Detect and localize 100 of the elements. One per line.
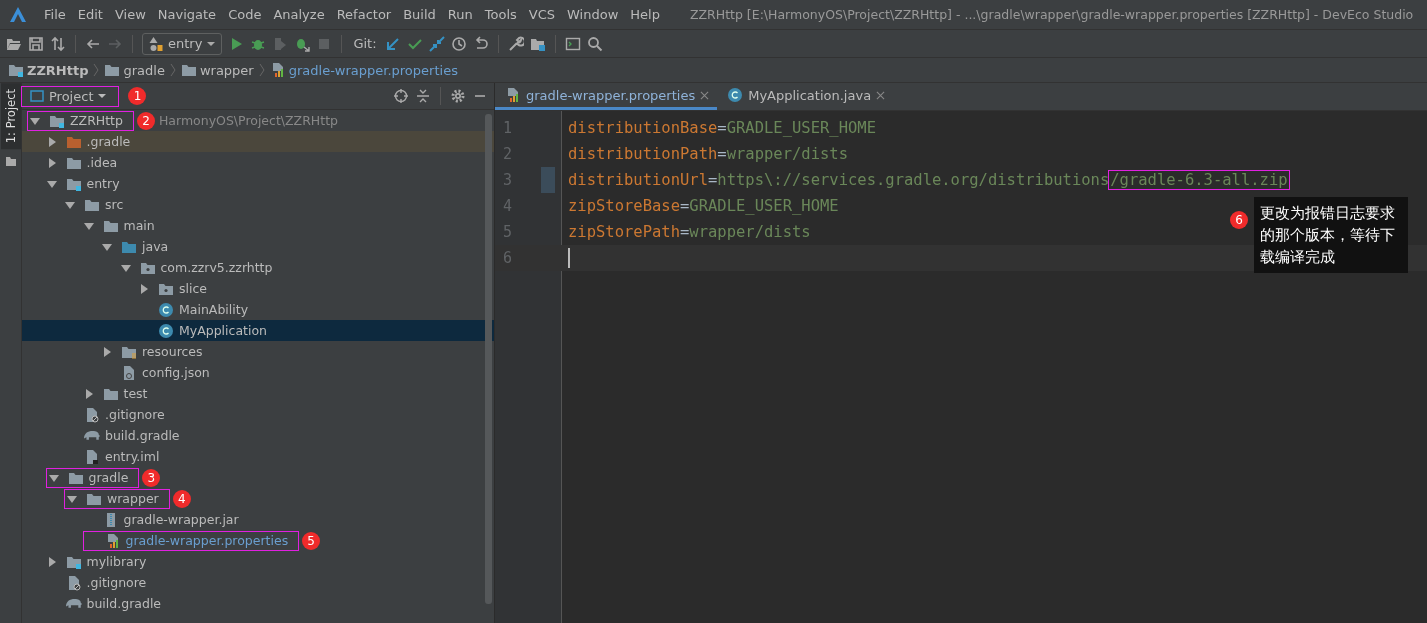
settings-icon[interactable] bbox=[450, 88, 466, 104]
tree-row[interactable]: java bbox=[22, 236, 494, 257]
run-configuration-dropdown[interactable]: entry bbox=[142, 32, 223, 55]
project-view-dropdown[interactable]: Project bbox=[22, 86, 115, 106]
expanded-arrow-icon[interactable] bbox=[30, 115, 40, 126]
tree-item-label: src bbox=[105, 197, 124, 212]
menu-item[interactable]: Refactor bbox=[330, 7, 398, 22]
tree-row[interactable]: ZZRHttp 2 HarmonyOS\Project\ZZRHttp bbox=[22, 110, 494, 131]
chevron-icon bbox=[258, 62, 265, 78]
history-icon[interactable] bbox=[450, 35, 467, 52]
tree-row[interactable]: build.gradle bbox=[22, 425, 494, 446]
collapsed-arrow-icon[interactable] bbox=[46, 556, 57, 567]
tree-row[interactable]: .idea bbox=[22, 152, 494, 173]
close-icon[interactable] bbox=[700, 90, 710, 100]
menu-item[interactable]: File bbox=[38, 7, 72, 22]
caret-icon bbox=[207, 41, 216, 46]
breadcrumb-item[interactable]: wrapper bbox=[180, 62, 254, 78]
collapsed-arrow-icon[interactable] bbox=[83, 388, 94, 399]
tree-row[interactable]: mylibrary bbox=[22, 551, 494, 572]
expanded-arrow-icon[interactable] bbox=[120, 262, 131, 273]
collapsed-arrow-icon[interactable] bbox=[46, 157, 57, 168]
number-badge: 3 bbox=[142, 468, 161, 487]
tree-item-label: MainAbility bbox=[179, 302, 249, 317]
menu-item[interactable]: View bbox=[108, 7, 152, 22]
number-badge: 6 bbox=[1230, 211, 1248, 229]
sync-icon[interactable] bbox=[50, 35, 66, 52]
editor-tab[interactable]: MyApplication.java bbox=[717, 83, 894, 110]
tree-row[interactable]: config.json bbox=[22, 362, 494, 383]
tree-row[interactable]: wrapper 4 bbox=[22, 488, 494, 509]
project-tool-tab[interactable]: 1: Project bbox=[0, 83, 21, 150]
expanded-arrow-icon[interactable] bbox=[65, 199, 75, 210]
tree-row[interactable]: MainAbility bbox=[22, 299, 494, 320]
folder-icon bbox=[180, 62, 197, 78]
code-line: distributionPath=wrapper/dists bbox=[568, 145, 848, 163]
tree-row[interactable]: entry bbox=[22, 173, 494, 194]
tree-row[interactable]: slice bbox=[22, 278, 494, 299]
scrollbar[interactable] bbox=[485, 114, 492, 604]
tree-row[interactable]: .gradle bbox=[22, 131, 494, 152]
menu-item[interactable]: Edit bbox=[71, 7, 109, 22]
merge-arrows-icon[interactable] bbox=[428, 35, 445, 52]
breadcrumb-item[interactable]: gradle-wrapper.properties bbox=[269, 62, 458, 78]
tree-item-label: .idea bbox=[86, 155, 118, 170]
shapes-icon bbox=[149, 36, 163, 51]
update-arrow-icon[interactable] bbox=[384, 35, 401, 52]
tree-item-label: gradle-wrapper.properties bbox=[125, 533, 289, 548]
menu-item[interactable]: Code bbox=[222, 7, 268, 22]
tree-row[interactable]: resources bbox=[22, 341, 494, 362]
tree-item-label: ZZRHttp bbox=[70, 113, 123, 128]
tree-item-label: .gitignore bbox=[105, 407, 165, 422]
tree-item-label: com.zzrv5.zzrhttp bbox=[160, 260, 273, 275]
collapsed-arrow-icon[interactable] bbox=[46, 136, 57, 147]
chart-file-icon bbox=[505, 87, 521, 103]
tree-row[interactable]: test bbox=[22, 383, 494, 404]
terminal-icon[interactable] bbox=[564, 35, 581, 52]
tree-row[interactable]: entry.iml bbox=[22, 446, 494, 467]
tree-item-label: gradle-wrapper.jar bbox=[123, 512, 239, 527]
menu-item[interactable]: Navigate bbox=[151, 7, 223, 22]
menu-item[interactable]: VCS bbox=[522, 7, 562, 22]
menu-item[interactable]: Window bbox=[561, 7, 625, 22]
folder-icon[interactable] bbox=[4, 155, 17, 168]
expanded-arrow-icon[interactable] bbox=[46, 178, 57, 189]
tree-row[interactable]: src bbox=[22, 194, 494, 215]
expanded-arrow-icon[interactable] bbox=[67, 493, 77, 504]
crosshair-icon[interactable] bbox=[393, 88, 409, 104]
folder-icon bbox=[8, 62, 24, 78]
menu-item[interactable]: Help bbox=[624, 7, 666, 22]
expanded-arrow-icon[interactable] bbox=[102, 241, 112, 252]
wrench-icon[interactable] bbox=[507, 35, 524, 52]
tree-row[interactable]: .gitignore bbox=[22, 404, 494, 425]
expanded-arrow-icon[interactable] bbox=[83, 220, 94, 231]
expanded-arrow-icon[interactable] bbox=[48, 472, 59, 483]
tree-row[interactable]: main bbox=[22, 215, 494, 236]
tree-item-label: mylibrary bbox=[86, 554, 147, 569]
tree-row[interactable]: com.zzrv5.zzrhttp bbox=[22, 257, 494, 278]
collapse-icon[interactable] bbox=[415, 88, 431, 104]
menu-item[interactable]: Tools bbox=[478, 7, 523, 22]
tree-row[interactable]: gradle-wrapper.properties 5 bbox=[22, 530, 494, 551]
close-icon[interactable] bbox=[876, 90, 886, 100]
chevron-icon bbox=[93, 62, 100, 78]
collapsed-arrow-icon[interactable] bbox=[102, 346, 112, 357]
tree-row[interactable]: build.gradle bbox=[22, 593, 494, 614]
tree-row[interactable]: .gitignore bbox=[22, 572, 494, 593]
breadcrumb-item[interactable]: ZZRHttp bbox=[8, 62, 89, 78]
menu-item[interactable]: Build bbox=[397, 7, 442, 22]
menu-item[interactable]: Analyze bbox=[267, 7, 331, 22]
number-badge: 4 bbox=[172, 489, 191, 508]
search-icon[interactable] bbox=[586, 35, 603, 52]
tree-item-label: build.gradle bbox=[105, 428, 180, 443]
window-title: ZZRHttp [E:\HarmonyOS\Project\ZZRHttp] - ...\gradle\wrapper\gradle-wrapper.properties [ZZRHttp] - DevEco Studio bbox=[689, 7, 1414, 22]
tree-row[interactable]: gradle 3 bbox=[22, 467, 494, 488]
menu-item[interactable]: Run bbox=[441, 7, 479, 22]
breadcrumb-item[interactable]: gradle bbox=[104, 62, 165, 78]
collapsed-arrow-icon[interactable] bbox=[139, 283, 149, 294]
code-line: zipStoreBase=GRADLE_USER_HOME bbox=[568, 197, 839, 215]
class-icon bbox=[727, 87, 744, 103]
project-path: HarmonyOS\Project\ZZRHttp bbox=[158, 113, 338, 128]
tree-row[interactable]: gradle-wrapper.jar bbox=[22, 509, 494, 530]
tree-row[interactable]: MyApplication bbox=[22, 320, 494, 341]
save-icon[interactable] bbox=[28, 35, 44, 52]
tree-item-label: MyApplication bbox=[179, 323, 268, 338]
